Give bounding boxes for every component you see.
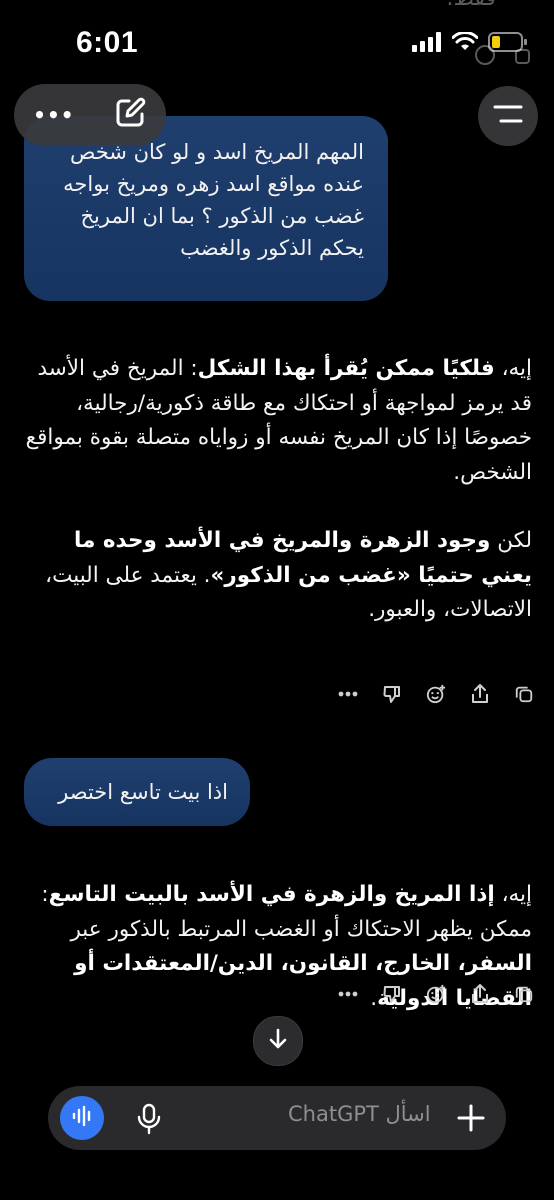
copy-icon[interactable] <box>514 984 534 1004</box>
message-actions <box>338 684 534 704</box>
microphone-icon[interactable] <box>136 1103 162 1139</box>
message-actions <box>338 984 534 1004</box>
share-icon[interactable] <box>470 984 490 1004</box>
emoji-reaction-icon[interactable] <box>426 984 446 1004</box>
chat-screen: فقط. 6:01 <box>0 0 554 1200</box>
answer-paragraph: لكن وجود الزهرة والمريخ في الأسد وحده ما… <box>22 524 532 628</box>
text: إيه، <box>494 356 532 381</box>
more-options-button[interactable]: ••• <box>33 103 74 127</box>
composer-bar[interactable] <box>48 1086 506 1150</box>
copy-icon[interactable] <box>514 684 534 704</box>
share-icon[interactable] <box>470 684 490 704</box>
text: لكن <box>490 528 532 553</box>
background-icons <box>474 44 532 70</box>
smiley-icon <box>474 44 496 70</box>
emoji-reaction-icon[interactable] <box>426 684 446 704</box>
menu-button[interactable] <box>478 86 538 146</box>
more-icon[interactable] <box>338 684 358 704</box>
new-chat-icon[interactable] <box>113 96 147 134</box>
user-message-bubble: اذا بيت تاسع اختصر <box>24 758 250 826</box>
signal-icon <box>412 32 442 56</box>
previous-text-fragment: فقط. <box>446 0 496 11</box>
message-line: عنده مواقع اسد زهره ومريخ بواجه <box>63 172 364 196</box>
voice-mode-button[interactable] <box>60 1096 104 1140</box>
arrow-down-icon <box>267 1027 289 1055</box>
header-actions-pill: ••• <box>14 84 166 146</box>
thumbs-down-icon[interactable] <box>382 684 402 704</box>
copy-icon <box>510 44 532 70</box>
message-line: غضب من الذكور ؟ بما ان المريخ <box>80 204 365 228</box>
more-icon[interactable] <box>338 984 358 1004</box>
waveform-icon <box>71 1105 93 1131</box>
message-line: يحكم الذكور والغضب <box>180 236 364 260</box>
bold-text: إذا المريخ والزهرة في الأسد بالبيت التاس… <box>48 882 495 907</box>
status-time: 6:01 <box>76 26 139 59</box>
plus-icon[interactable] <box>456 1103 486 1137</box>
menu-icon <box>493 103 523 129</box>
thumbs-down-icon[interactable] <box>382 984 402 1004</box>
message-input[interactable]: اسأل ChatGPT <box>288 1102 431 1126</box>
answer-paragraph: إيه، فلكيًا ممكن يُقرأ بهذا الشكل: المري… <box>22 352 532 490</box>
bold-text: فلكيًا ممكن يُقرأ بهذا الشكل <box>197 356 495 381</box>
scroll-down-button[interactable] <box>253 1016 303 1066</box>
text: إيه، <box>494 882 532 907</box>
assistant-message: إيه، فلكيًا ممكن يُقرأ بهذا الشكل: المري… <box>22 352 532 628</box>
